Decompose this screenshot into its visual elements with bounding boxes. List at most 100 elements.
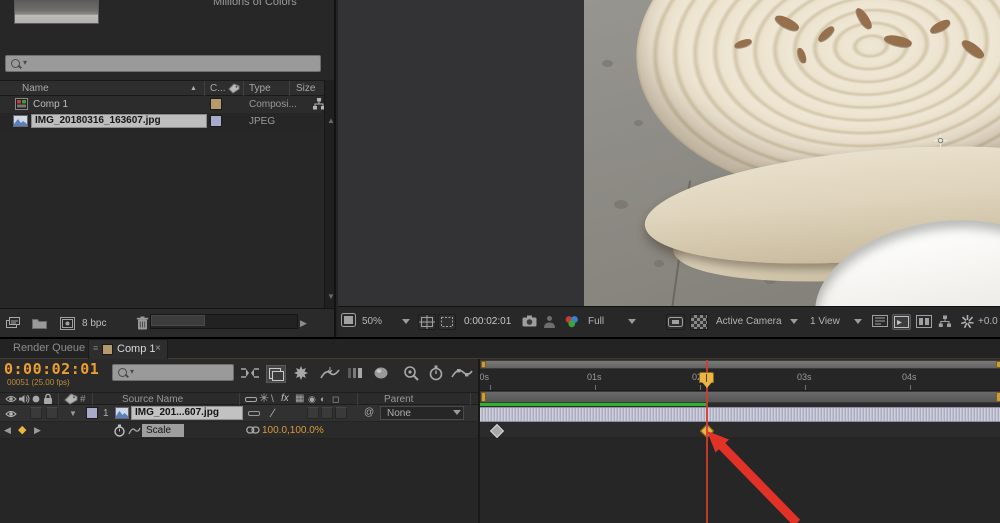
exposure-value[interactable]: +0.0 <box>978 314 998 330</box>
item-name[interactable]: Comp 1 <box>33 99 68 110</box>
scroll-down-icon[interactable]: ▼ <box>327 292 335 301</box>
motion-blur-icon[interactable] <box>346 365 366 383</box>
grid-guides-icon[interactable] <box>418 314 436 330</box>
resolution-chevron-icon[interactable] <box>628 319 636 324</box>
label-color-swatch[interactable] <box>210 98 222 110</box>
new-composition-icon[interactable] <box>60 317 75 330</box>
timeline-search-input[interactable]: ▾ <box>112 364 234 381</box>
project-vertical-scrollbar[interactable]: ▲ ▼ <box>324 80 336 308</box>
parent-pick-whip-icon[interactable]: @ <box>364 407 374 418</box>
snapshot-camera-icon[interactable] <box>522 315 537 331</box>
tab-render-queue[interactable]: Render Queue <box>13 342 85 354</box>
pixel-aspect-icon[interactable] <box>666 314 685 330</box>
item-name-selected[interactable]: IMG_20180316_163607.jpg <box>31 114 207 128</box>
3d-view-value[interactable]: Active Camera <box>716 314 782 330</box>
graph-toggle-icon[interactable] <box>128 425 141 436</box>
time-navigator-bar[interactable] <box>480 360 1000 369</box>
search-options-chevron-icon[interactable]: ▾ <box>23 58 27 67</box>
navigator-start-handle[interactable] <box>481 361 486 368</box>
transparency-grid-icon[interactable] <box>690 314 708 330</box>
column-label[interactable]: C... <box>210 83 226 94</box>
trash-icon[interactable] <box>136 316 149 330</box>
mini-flowchart-icon[interactable] <box>938 315 952 331</box>
project-item-comp[interactable]: Comp 1 Composi... <box>0 96 322 113</box>
auto-keyframe-icon[interactable] <box>402 365 422 383</box>
magnification-value[interactable]: 50% <box>362 314 382 330</box>
show-snapshot-icon[interactable] <box>543 315 556 331</box>
twirl-down-icon[interactable]: ▼ <box>69 409 77 418</box>
property-stopwatch-icon[interactable] <box>113 424 126 437</box>
project-item-footage-selected[interactable]: IMG_20180316_163607.jpg JPEG <box>0 113 322 130</box>
always-preview-icon[interactable] <box>341 313 356 329</box>
layer-name-selected[interactable]: IMG_201...607.jpg <box>131 406 243 420</box>
source-name-column-header[interactable]: Source Name <box>122 394 183 405</box>
composition-canvas[interactable] <box>338 0 1000 306</box>
close-tab-icon[interactable]: × <box>155 343 161 354</box>
parent-column-header[interactable]: Parent <box>384 394 413 405</box>
tab-label[interactable]: Comp 1 <box>117 343 156 355</box>
keyframe-diamond[interactable] <box>490 424 504 438</box>
comp-mini-flowchart-icon[interactable] <box>240 365 260 383</box>
scale-property-row[interactable]: ◀ ◆ ▶ Scale 100.0,100.0% <box>0 422 478 439</box>
graph-editor-icon[interactable] <box>450 365 476 383</box>
current-timecode[interactable]: 0:00:02:01 <box>4 360 99 378</box>
parent-dropdown[interactable]: None <box>380 406 464 420</box>
navigator-end-handle[interactable] <box>996 361 1000 368</box>
project-search-input[interactable]: ▾ <box>5 55 321 72</box>
property-name[interactable]: Scale <box>142 424 184 437</box>
view-layout-chevron-icon[interactable] <box>854 319 862 324</box>
column-type[interactable]: Type <box>249 83 271 94</box>
hide-shy-layers-icon[interactable] <box>292 365 312 383</box>
column-size[interactable]: Size <box>296 83 322 94</box>
sort-ascending-icon[interactable]: ▲ <box>190 85 197 92</box>
viewer-timecode[interactable]: 0:00:02:01 <box>464 314 511 330</box>
layer-duration-bar[interactable] <box>480 407 1000 422</box>
resolution-value[interactable]: Full <box>588 314 604 330</box>
region-of-interest-icon[interactable] <box>438 314 456 330</box>
scale-value[interactable]: 100.0,100.0% <box>262 425 324 436</box>
tab-comp-1[interactable]: ≡ Comp 1 × <box>88 339 168 359</box>
keyframe-toggle-icon[interactable]: ◆ <box>18 423 26 436</box>
layer-label-swatch[interactable] <box>86 407 98 419</box>
layer-shy-toggle[interactable] <box>248 411 260 416</box>
layer-row-1[interactable]: ▼ 1 IMG_201...607.jpg ∕ @ None <box>0 405 478 422</box>
scroll-right-icon[interactable]: ▶ <box>300 318 307 329</box>
3d-view-chevron-icon[interactable] <box>790 319 798 324</box>
layer-quality-toggle[interactable]: ∕ <box>272 406 274 420</box>
previous-keyframe-icon[interactable]: ◀ <box>4 425 11 436</box>
work-area-bar[interactable] <box>480 391 1000 403</box>
fast-previews-icon[interactable] <box>872 315 888 331</box>
work-area-start-handle[interactable] <box>481 392 486 402</box>
layer-visibility-eye-icon[interactable] <box>5 409 17 419</box>
solo-toggle-cell[interactable] <box>46 407 58 419</box>
playhead-handle[interactable] <box>699 372 714 383</box>
reset-exposure-icon[interactable] <box>960 314 975 330</box>
live-update-icon[interactable] <box>266 365 286 383</box>
search-options-chevron-icon[interactable]: ▾ <box>130 367 134 376</box>
label-tag-icon[interactable] <box>228 83 240 94</box>
layer-switch-cell[interactable] <box>335 407 347 419</box>
interpret-footage-icon[interactable] <box>6 317 23 330</box>
audio-toggle-cell[interactable] <box>30 407 42 419</box>
frame-blending-icon[interactable] <box>320 365 340 383</box>
timeline-button-icon[interactable] <box>892 314 911 330</box>
color-depth-button[interactable]: 8 bpc <box>82 318 106 329</box>
magnification-chevron-icon[interactable] <box>402 319 410 324</box>
show-channel-icon[interactable] <box>564 315 580 331</box>
view-layout-value[interactable]: 1 View <box>810 314 840 330</box>
scrollbar-thumb[interactable] <box>151 315 205 326</box>
horizontal-scrollbar[interactable] <box>150 314 298 329</box>
work-area-end-handle[interactable] <box>996 392 1000 402</box>
new-folder-icon[interactable] <box>32 317 47 329</box>
label-color-swatch[interactable] <box>210 115 222 127</box>
constrain-link-icon[interactable] <box>246 426 260 434</box>
stopwatch-icon[interactable] <box>428 365 448 383</box>
layer-switch-cell[interactable] <box>307 407 319 419</box>
scroll-up-icon[interactable]: ▲ <box>327 116 335 125</box>
next-keyframe-icon[interactable]: ▶ <box>34 425 41 436</box>
brainstorm-icon[interactable] <box>372 365 392 383</box>
column-name[interactable]: Name <box>22 83 49 94</box>
layer-switch-cell[interactable] <box>321 407 333 419</box>
time-ruler[interactable]: 0:00s 01s 02s 03s 04s <box>480 369 1000 391</box>
comp-flowchart-icon[interactable] <box>916 315 932 331</box>
